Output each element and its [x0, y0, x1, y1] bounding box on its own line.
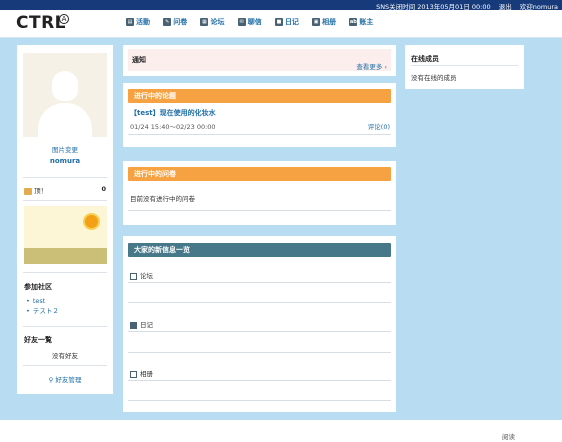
questionnaire-icon: ✎ — [163, 18, 172, 26]
news-category-label: 日记 — [140, 321, 153, 329]
friends-title: 好友一覧 — [24, 336, 52, 344]
divider — [411, 65, 518, 66]
nav-item-forum[interactable]: ▦ 论坛 — [200, 17, 224, 27]
community-item[interactable]: test — [26, 296, 59, 306]
message-icon: ✉ — [237, 18, 246, 26]
nav-label: 日记 — [284, 18, 299, 26]
friend-manage-icon: ⚲ — [48, 376, 54, 384]
photo-change-link[interactable]: 图片变更 — [17, 144, 113, 154]
divider — [128, 352, 391, 353]
no-friends-text: 没有好友 — [52, 352, 78, 360]
like-row: 顶！ 0 — [24, 185, 108, 195]
divider — [23, 177, 107, 178]
news-category-forum[interactable]: 论坛 — [130, 270, 153, 280]
friend-manage-link[interactable]: ⚲ 好友管理 — [17, 374, 113, 384]
top-bar: SNS关闭时间 2013年05月01日 00:00 退出 欢迎nomura — [0, 0, 562, 11]
divider — [128, 400, 391, 401]
topic-link[interactable]: 【test】现在使用的化妆水 — [130, 108, 216, 118]
nav-item-diary[interactable]: ■ 日记 — [274, 17, 299, 27]
divider — [128, 134, 391, 135]
topic-date: 01/24 15:40〜02/23 00:00 — [130, 123, 216, 131]
news-category-diary[interactable]: 日记 — [130, 319, 153, 329]
diary-icon — [130, 321, 137, 329]
logo-mark: A — [59, 14, 69, 24]
questionnaire-empty-text: 目前没有进行中的问卷 — [130, 195, 195, 203]
notice-panel: 通知 查看更多 › — [123, 45, 396, 76]
nav-label: 问卷 — [173, 18, 188, 26]
left-sidebar: 图片变更 nomura 顶！ 0 参加社区 test テスト２ 好友一覧 没有好… — [17, 45, 113, 394]
topics-panel: 进行中的论题 【test】现在使用的化妆水 01/24 15:40〜02/23 … — [123, 83, 396, 147]
questionnaire-panel: 进行中的问卷 目前没有进行中的问卷 — [123, 161, 396, 225]
username[interactable]: nomura — [17, 157, 113, 165]
nav-label: 相册 — [322, 18, 337, 26]
topic-comment-link[interactable]: 评论(0) — [368, 121, 390, 131]
banner-image — [24, 206, 107, 264]
footer-link[interactable]: 阅读 — [502, 431, 515, 441]
divider — [23, 200, 107, 201]
nav-label: 论坛 — [210, 18, 225, 26]
nav-label: 活動 — [136, 18, 150, 26]
news-category-label: 相册 — [140, 370, 153, 378]
account-icon: ab — [349, 18, 358, 26]
nav-item-activity[interactable]: ▤ 活動 — [126, 17, 150, 27]
divider — [23, 272, 107, 273]
nav-item-message[interactable]: ✉ 聊信 — [237, 17, 262, 27]
avatar-head — [52, 71, 78, 101]
divider — [23, 365, 107, 366]
album-icon: ▣ — [312, 18, 321, 26]
topics-header: 进行中的论题 — [128, 89, 391, 103]
community-title: 参加社区 — [24, 283, 52, 291]
news-category-album[interactable]: 相册 — [130, 368, 153, 378]
friend-manage-label: 好友管理 — [55, 376, 82, 384]
questionnaire-header: 进行中的问卷 — [128, 167, 391, 181]
avatar-body — [38, 103, 92, 137]
sun-icon — [85, 215, 98, 228]
like-label: 顶！ — [34, 187, 48, 195]
divider — [23, 326, 107, 327]
news-category-label: 论坛 — [140, 272, 153, 280]
online-title: 在线成员 — [411, 55, 439, 63]
divider — [128, 282, 391, 283]
nav-label: 聊信 — [247, 18, 262, 26]
forum-icon — [130, 272, 137, 280]
news-header: 大家的新信息一览 — [128, 243, 391, 257]
nav-item-album[interactable]: ▣ 相册 — [312, 17, 336, 27]
footer: 阅读 — [0, 420, 562, 442]
notice-bar: 通知 查看更多 › — [128, 49, 391, 71]
online-empty-text: 没有在线的成员 — [411, 74, 457, 82]
notice-title: 通知 — [132, 56, 146, 64]
news-panel: 大家的新信息一览 论坛 日记 相册 — [123, 236, 396, 412]
nav-item-questionnaire[interactable]: ✎ 问卷 — [163, 17, 187, 27]
activity-icon: ▤ — [126, 18, 134, 26]
like-count: 0 — [101, 185, 106, 193]
community-list: test テスト２ — [26, 296, 59, 316]
diary-icon: ■ — [274, 18, 283, 26]
divider — [128, 380, 391, 381]
divider — [128, 331, 391, 332]
notice-more-link[interactable]: 查看更多 › — [356, 61, 387, 71]
album-icon — [130, 370, 137, 378]
community-item[interactable]: テスト２ — [26, 306, 59, 316]
nav-label: 账主 — [359, 18, 374, 26]
main-nav: ▤ 活動 ✎ 问卷 ▦ 论坛 ✉ 聊信 ■ 日记 ▣ 相册 ab 账主 — [126, 17, 384, 27]
divider — [128, 302, 391, 303]
divider — [128, 210, 391, 211]
thumbs-up-icon[interactable] — [24, 187, 32, 195]
forum-icon: ▦ — [200, 18, 209, 26]
online-members-panel: 在线成员 没有在线的成员 — [405, 45, 524, 89]
avatar[interactable] — [23, 53, 107, 137]
nav-item-account[interactable]: ab 账主 — [349, 17, 373, 27]
header: CTRL A ▤ 活動 ✎ 问卷 ▦ 论坛 ✉ 聊信 ■ 日记 ▣ 相册 ab 账主 — [0, 10, 562, 38]
